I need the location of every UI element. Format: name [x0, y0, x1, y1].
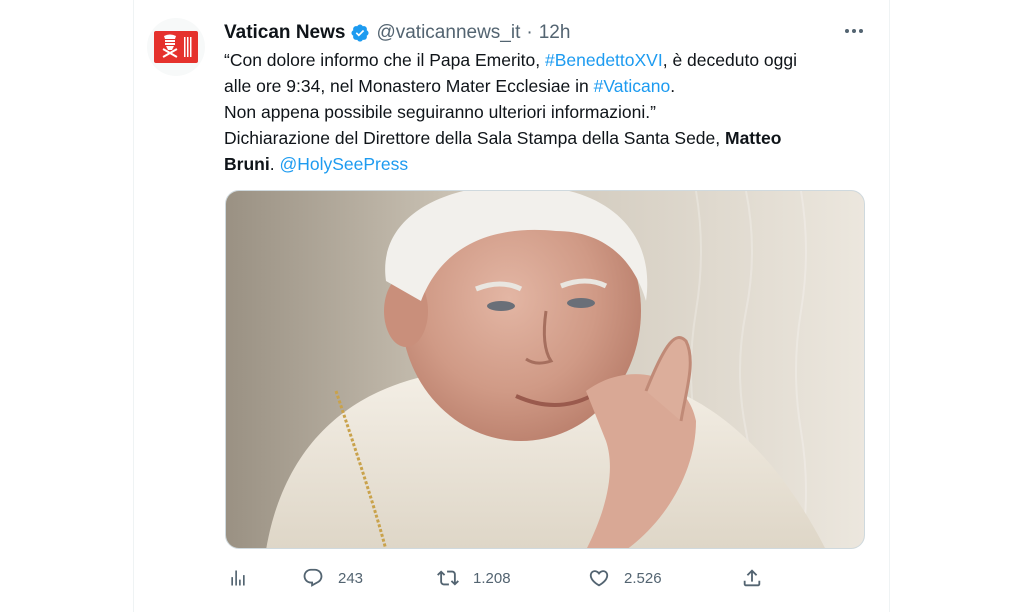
tweet-line: alle ore 9:34, nel Monastero Mater Eccle…: [224, 73, 874, 99]
heart-icon: [588, 567, 610, 589]
text-segment: “Con dolore informo che il Papa Emerito,: [224, 50, 545, 70]
avatar[interactable]: [147, 18, 205, 76]
text-segment: .: [670, 76, 676, 96]
share-icon: [741, 567, 763, 589]
hashtag-vaticano[interactable]: #Vaticano: [594, 76, 671, 96]
reply-button[interactable]: 243: [302, 563, 363, 593]
tweet-line: Bruni. @HolySeePress: [224, 151, 874, 177]
share-button[interactable]: [741, 563, 763, 593]
text-segment: , è deceduto oggi: [662, 50, 797, 70]
text-segment: .: [269, 154, 280, 174]
action-bar: 243 1.208 2.526: [0, 563, 1024, 593]
like-button[interactable]: 2.526: [588, 563, 662, 593]
vatican-news-logo: [154, 31, 198, 63]
reply-count: 243: [338, 569, 364, 587]
verified-badge-icon: [350, 23, 370, 43]
tweet-line: Non appena possibile seguiranno ulterior…: [224, 102, 656, 122]
retweet-button[interactable]: 1.208: [437, 563, 511, 593]
account-handle[interactable]: @vaticannews_it: [376, 22, 520, 44]
account-name[interactable]: Vatican News: [224, 22, 345, 44]
more-options-icon[interactable]: [842, 24, 866, 38]
retweet-count: 1.208: [473, 569, 511, 587]
like-count: 2.526: [624, 569, 662, 587]
hashtag-benedettoxvi[interactable]: #BenedettoXVI: [545, 50, 663, 70]
bold-name: Matteo: [725, 128, 782, 148]
text-segment: alle ore 9:34, nel Monastero Mater Eccle…: [224, 76, 594, 96]
retweet-icon: [437, 567, 459, 589]
bold-name: Bruni: [224, 154, 270, 174]
tweet-photo[interactable]: [225, 190, 865, 549]
reply-icon: [302, 567, 324, 589]
tweet-line: Dichiarazione del Direttore della Sala S…: [224, 125, 874, 151]
tweet-header: Vatican News @vaticannews_it · 12h: [224, 21, 570, 45]
views-button[interactable]: [228, 563, 248, 593]
analytics-icon: [228, 568, 248, 588]
portrait-photo: [226, 191, 864, 548]
separator-dot: ·: [526, 22, 533, 43]
timestamp[interactable]: 12h: [539, 22, 571, 44]
text-segment: Dichiarazione del Direttore della Sala S…: [224, 128, 725, 148]
tweet-line: “Con dolore informo che il Papa Emerito,…: [224, 47, 874, 73]
tweet-text: “Con dolore informo che il Papa Emerito,…: [224, 47, 874, 177]
mention-holyseepress[interactable]: @HolySeePress: [279, 154, 408, 174]
